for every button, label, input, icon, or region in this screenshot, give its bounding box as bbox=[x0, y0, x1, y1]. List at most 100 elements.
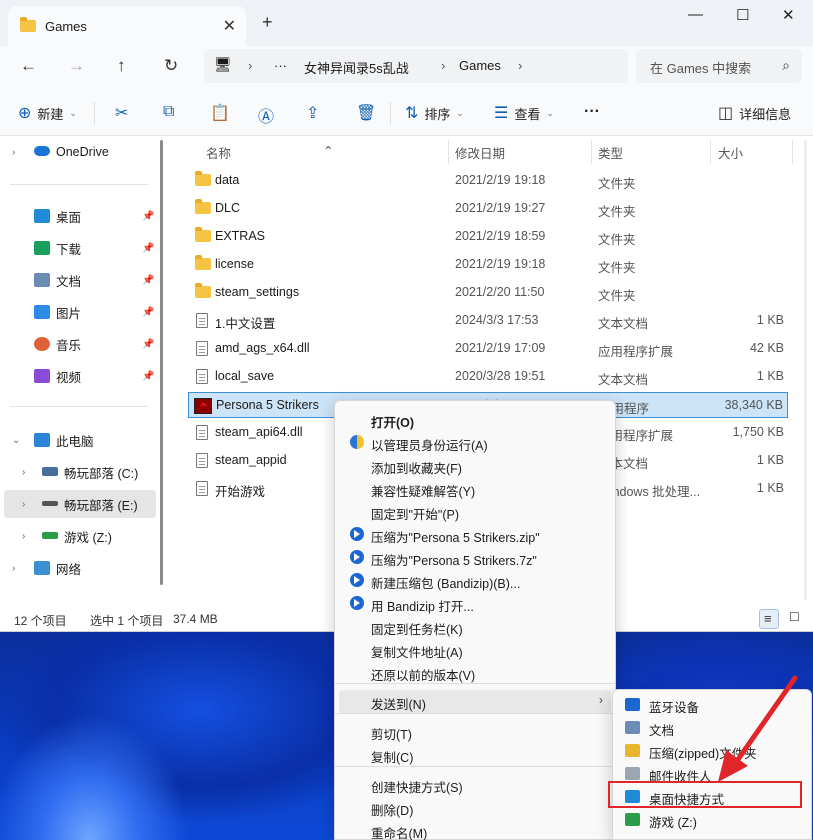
file-row[interactable]: license 2021/2/19 19:18 文件夹 bbox=[188, 252, 788, 278]
column-date[interactable]: 修改日期 bbox=[455, 143, 505, 162]
context-menu-label: 压缩为"Persona 5 Strikers.zip" bbox=[371, 531, 540, 545]
sidebar-item-pictures[interactable]: 图片 📌 bbox=[0, 298, 158, 326]
pin-icon[interactable]: 📌 bbox=[142, 275, 154, 286]
context-menu-item[interactable]: 兼容性疑难解答(Y) bbox=[339, 477, 611, 500]
pin-icon[interactable]: 📌 bbox=[142, 307, 154, 318]
sort-button[interactable]: ⇅ 排序 ⌄ bbox=[405, 103, 464, 123]
address-bar[interactable]: 🖥 › ··· 女神异闻录5s乱战 › Games › bbox=[204, 49, 628, 83]
file-type: 文件夹 bbox=[598, 289, 636, 303]
file-type: 文件夹 bbox=[598, 177, 636, 191]
nav-scrollbar[interactable] bbox=[160, 140, 163, 585]
file-row[interactable]: data 2021/2/19 19:18 文件夹 bbox=[188, 168, 788, 194]
sidebar-item-desktop[interactable]: 桌面 📌 bbox=[0, 202, 158, 230]
share-icon[interactable]: ⇪ bbox=[306, 103, 319, 123]
context-menu-item[interactable]: 打开(O) bbox=[339, 408, 611, 431]
tiles-view-icon: ☐ bbox=[789, 610, 800, 624]
plus-circle-icon: ⊕ bbox=[18, 105, 32, 122]
column-size[interactable]: 大小 bbox=[718, 143, 743, 162]
file-row[interactable]: EXTRAS 2021/2/19 18:59 文件夹 bbox=[188, 224, 788, 250]
file-row[interactable]: amd_ags_x64.dll 2021/2/19 17:09 应用程序扩展 42 K… bbox=[188, 336, 788, 362]
sidebar-item-downloads[interactable]: 下载 📌 bbox=[0, 234, 158, 262]
file-size: 1 KB bbox=[756, 453, 784, 467]
context-menu-item[interactable]: 复制文件地址(A) bbox=[339, 638, 611, 661]
chevron-down-icon: ⌄ bbox=[12, 434, 21, 446]
pin-icon[interactable]: 📌 bbox=[142, 243, 154, 254]
network-icon bbox=[34, 561, 50, 575]
tiles-view-button[interactable]: ☐ bbox=[785, 609, 805, 629]
breadcrumb-ellipsis[interactable]: ··· bbox=[274, 58, 287, 73]
context-menu-item[interactable]: 用 Bandizip 打开... bbox=[339, 592, 611, 615]
pin-icon[interactable]: 📌 bbox=[142, 371, 154, 382]
sidebar-item-onedrive[interactable]: › OneDrive bbox=[0, 138, 158, 166]
new-button[interactable]: ⊕ 新建 ⌄ bbox=[18, 103, 77, 123]
file-row[interactable]: local_save 2020/3/28 19:51 文本文档 1 KB bbox=[188, 364, 788, 390]
cut-icon[interactable]: ✂ bbox=[115, 103, 128, 123]
chevron-right-icon: › bbox=[12, 562, 16, 574]
chevron-right-icon: › bbox=[22, 498, 26, 510]
sidebar-item-videos[interactable]: 视频 📌 bbox=[0, 362, 158, 390]
close-window-button[interactable]: ✕ bbox=[782, 6, 795, 24]
context-menu-item[interactable]: 固定到任务栏(K) bbox=[339, 615, 611, 638]
pin-icon[interactable]: 📌 bbox=[142, 339, 154, 350]
file-row[interactable]: 1.中文设置 2024/3/3 17:53 文本文档 1 KB bbox=[188, 308, 788, 334]
tab-games[interactable]: Games ✕ bbox=[8, 6, 246, 46]
delete-icon[interactable]: 🗑 bbox=[356, 103, 376, 123]
sidebar-item-drive-e[interactable]: › 畅玩部落 (E:) bbox=[4, 490, 156, 518]
context-menu-item[interactable]: 还原以前的版本(V) bbox=[339, 661, 611, 684]
pin-icon[interactable]: 📌 bbox=[142, 211, 154, 222]
file-row[interactable]: DLC 2021/2/19 19:27 文件夹 bbox=[188, 196, 788, 222]
breadcrumb-chevron-icon[interactable]: › bbox=[518, 58, 522, 73]
folder-icon bbox=[195, 227, 211, 242]
up-button[interactable]: ↑ bbox=[117, 56, 126, 76]
sidebar-item-this-pc[interactable]: ⌄ 此电脑 bbox=[0, 426, 158, 454]
file-row[interactable]: steam_settings 2021/2/20 11:50 文件夹 bbox=[188, 280, 788, 306]
details-button[interactable]: ◫ 详细信息 bbox=[718, 103, 791, 123]
forward-button[interactable]: → bbox=[68, 56, 85, 76]
column-type[interactable]: 类型 bbox=[598, 143, 623, 162]
sidebar-item-documents[interactable]: 文档 📌 bbox=[0, 266, 158, 294]
copy-icon[interactable]: ⧉ bbox=[163, 103, 174, 121]
context-menu-item[interactable]: 压缩为"Persona 5 Strikers.zip" bbox=[339, 523, 611, 546]
sidebar-item-drive-z[interactable]: › 游戏 (Z:) bbox=[0, 522, 158, 550]
context-menu-item[interactable]: 删除(D) bbox=[339, 796, 611, 819]
context-menu-item[interactable]: 压缩为"Persona 5 Strikers.7z" bbox=[339, 546, 611, 569]
more-options-button[interactable]: ··· bbox=[584, 103, 600, 121]
context-menu-label: 打开(O) bbox=[371, 416, 415, 430]
context-menu-item[interactable]: 发送到(N) › bbox=[339, 690, 611, 713]
context-menu-item[interactable]: 重命名(M) bbox=[339, 819, 611, 840]
send-to-item[interactable]: 游戏 (Z:) bbox=[617, 808, 807, 831]
sidebar-item-drive-c[interactable]: › 畅玩部落 (C:) bbox=[0, 458, 158, 486]
maximize-button[interactable]: ☐ bbox=[736, 6, 749, 24]
context-menu-item[interactable]: 剪切(T) bbox=[339, 720, 611, 743]
details-view-button[interactable]: ≡ bbox=[759, 609, 779, 629]
breadcrumb-parent[interactable]: 女神异闻录5s乱战 bbox=[304, 58, 409, 77]
folder-icon bbox=[20, 17, 36, 32]
paste-icon[interactable]: 📋 bbox=[210, 103, 230, 123]
minimize-button[interactable]: — bbox=[688, 6, 703, 23]
breadcrumb-current[interactable]: Games bbox=[459, 58, 501, 73]
context-menu-label: 还原以前的版本(V) bbox=[371, 669, 476, 683]
new-tab-button[interactable]: + bbox=[262, 12, 273, 33]
rename-icon[interactable]: Ⓐ bbox=[258, 103, 274, 127]
file-icon bbox=[196, 341, 208, 356]
file-name: 1.中文设置 bbox=[215, 317, 276, 331]
sidebar-item-network[interactable]: › 网络 bbox=[0, 554, 158, 582]
file-name: data bbox=[215, 173, 240, 187]
context-menu-item[interactable]: 固定到"开始"(P) bbox=[339, 500, 611, 523]
column-name[interactable]: 名称 bbox=[206, 143, 231, 162]
file-size: 1 KB bbox=[756, 313, 784, 327]
sidebar-item-music[interactable]: 音乐 📌 bbox=[0, 330, 158, 358]
file-size: 1 KB bbox=[756, 369, 784, 383]
back-button[interactable]: ← bbox=[20, 56, 37, 76]
context-menu-item[interactable]: 以管理员身份运行(A) bbox=[339, 431, 611, 454]
file-list-scrollbar[interactable] bbox=[804, 140, 807, 600]
context-menu-item[interactable]: 添加到收藏夹(F) bbox=[339, 454, 611, 477]
context-menu-item[interactable]: 新建压缩包 (Bandizip)(B)... bbox=[339, 569, 611, 592]
refresh-button[interactable]: ↻ bbox=[164, 56, 178, 76]
close-tab-icon[interactable]: ✕ bbox=[223, 16, 236, 36]
view-button[interactable]: ☰ 查看 ⌄ bbox=[494, 103, 554, 123]
context-menu-item[interactable]: 创建快捷方式(S) bbox=[339, 773, 611, 796]
search-input[interactable]: 在 Games 中搜索 ⌕ bbox=[636, 49, 802, 83]
file-name: local_save bbox=[215, 369, 275, 383]
context-menu-item[interactable]: 复制(C) bbox=[339, 743, 611, 766]
